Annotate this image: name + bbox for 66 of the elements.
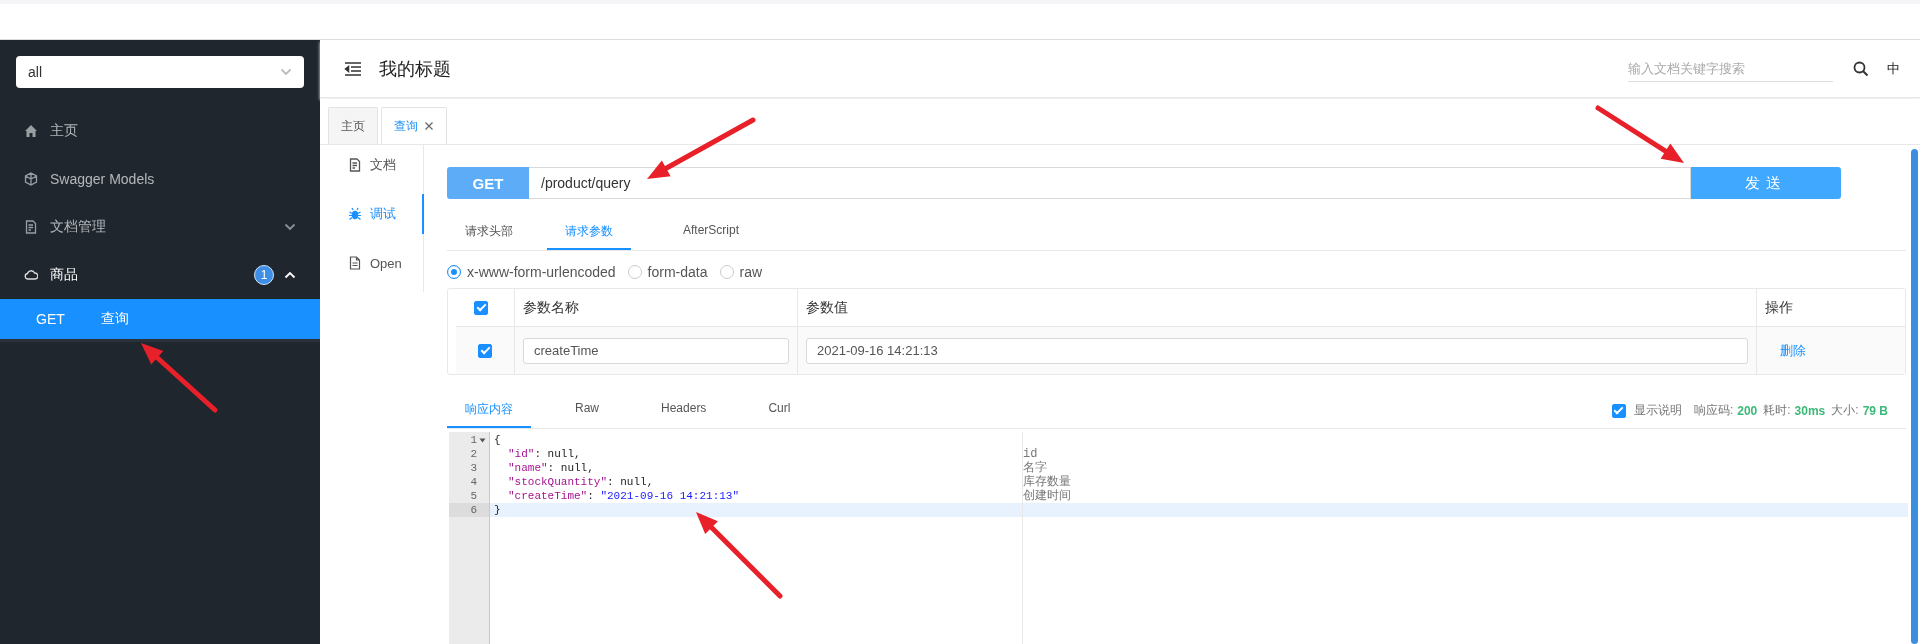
- bug-icon: [348, 207, 362, 221]
- tab[interactable]: 主页: [328, 107, 378, 144]
- code-line: "name": null,: [507, 462, 594, 474]
- cloud-icon: [24, 268, 38, 282]
- checkbox[interactable]: [1611, 403, 1626, 418]
- cube-icon: [24, 172, 38, 186]
- count-badge: 1: [254, 265, 274, 285]
- file-icon: [348, 256, 362, 270]
- checkbox-label: 显示说明: [1633, 402, 1682, 419]
- sidebar-item[interactable]: 主页: [0, 107, 320, 155]
- radio-label: raw: [739, 264, 763, 280]
- chevron-down-icon: [280, 68, 292, 76]
- side-nav-item[interactable]: 文档: [320, 145, 423, 185]
- tab[interactable]: Raw: [557, 393, 617, 428]
- sidebar-item[interactable]: 文档管理: [0, 203, 320, 251]
- method-label: GET: [447, 167, 529, 199]
- line-number: 2: [470, 447, 477, 461]
- line-number: 5: [470, 489, 477, 503]
- tab[interactable]: AfterScript: [665, 215, 757, 250]
- sidebar-item[interactable]: 商品 1: [0, 251, 320, 299]
- field-description: 库存数量: [1023, 475, 1071, 489]
- scrollbar[interactable]: [1911, 149, 1918, 644]
- field-description: 名字: [1023, 461, 1047, 475]
- tab[interactable]: Curl: [750, 393, 809, 428]
- column-header: 操作: [1765, 298, 1793, 317]
- radio-label: form-data: [647, 264, 708, 280]
- radio-button[interactable]: [719, 265, 734, 279]
- field-description: id: [1023, 447, 1038, 461]
- line-number: 6: [470, 503, 477, 517]
- search-icon: [1853, 60, 1869, 77]
- code-line: }: [494, 504, 501, 516]
- line-number: 3: [470, 461, 477, 475]
- code-line: "stockQuantity": null,: [507, 476, 654, 488]
- radio-button[interactable]: [627, 265, 642, 279]
- stat-value: 200: [1737, 403, 1758, 418]
- input-field[interactable]: 2021-09-16 14:21:13: [806, 337, 1748, 364]
- column-header: 参数值: [806, 298, 848, 317]
- checkbox[interactable]: [474, 300, 488, 315]
- line-number: 1: [470, 433, 477, 447]
- page-title: 我的标题: [379, 57, 451, 81]
- home-icon: [24, 124, 38, 138]
- checkbox[interactable]: [478, 343, 492, 358]
- menu-icon: [344, 60, 362, 77]
- url-field[interactable]: /product/query: [529, 167, 1691, 199]
- sidebar-item[interactable]: Swagger Models: [0, 155, 320, 203]
- side-nav-item[interactable]: Open: [320, 243, 423, 283]
- column-header: 参数名称: [523, 298, 579, 317]
- stat-label: 大小:: [1831, 402, 1859, 419]
- tab[interactable]: 请求头部: [447, 215, 531, 250]
- field-description: 创建时间: [1023, 489, 1071, 503]
- input-field[interactable]: createTime: [523, 337, 789, 364]
- code-line: {: [494, 434, 501, 446]
- tab[interactable]: Headers: [643, 393, 725, 428]
- document-icon: [348, 158, 362, 172]
- line-number: 4: [470, 475, 477, 489]
- code-line: "createTime": "2021-09-16 14:21:13": [507, 490, 740, 502]
- stat-value: 30ms: [1794, 403, 1826, 418]
- stat-value: 79 B: [1862, 403, 1888, 418]
- stat-label: 耗时:: [1763, 402, 1791, 419]
- code-line: "id": null,: [507, 448, 581, 460]
- document-icon: [24, 220, 38, 234]
- radio-label: x-www-form-urlencoded: [467, 264, 616, 280]
- radio-button[interactable]: [447, 265, 461, 279]
- stat-label: 响应码:: [1693, 402, 1734, 419]
- language-selector[interactable]: 中: [1887, 59, 1900, 78]
- select-field[interactable]: all: [16, 56, 304, 88]
